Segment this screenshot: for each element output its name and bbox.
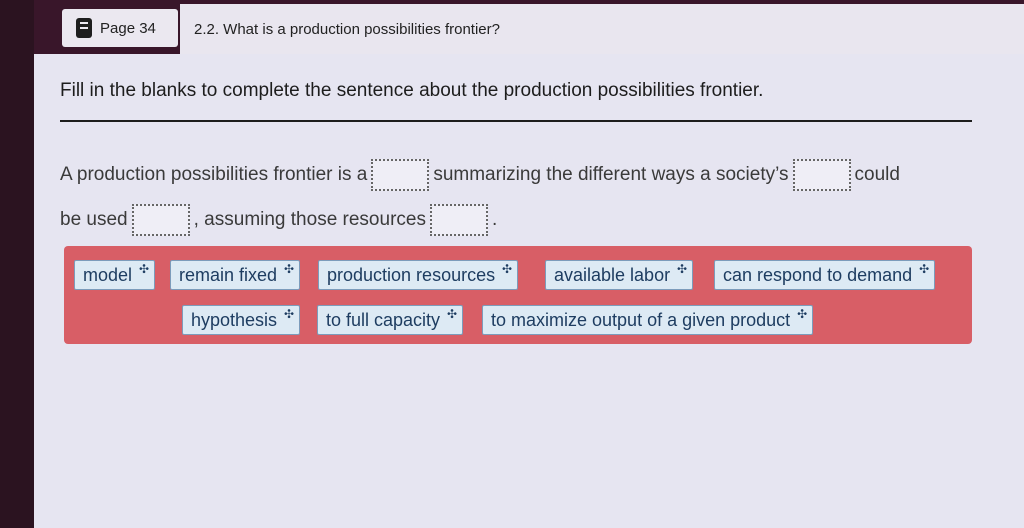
move-icon: ✣ xyxy=(284,307,295,321)
left-edge xyxy=(0,0,34,528)
move-icon: ✣ xyxy=(677,262,688,276)
section-tab[interactable]: 2.2. What is a production possibilities … xyxy=(180,4,1024,54)
sentence-part-3: could xyxy=(854,164,900,185)
move-icon: ✣ xyxy=(919,262,930,276)
chip-label: model xyxy=(83,264,133,285)
chip-to-maximize-output[interactable]: to maximize output of a given product ✣ xyxy=(482,305,814,335)
chip-label: production resources xyxy=(327,264,496,285)
chip-remain-fixed[interactable]: remain fixed ✣ xyxy=(170,260,301,290)
question-panel: Fill in the blanks to complete the sente… xyxy=(34,54,1024,528)
sentence-part-6: . xyxy=(491,209,498,230)
blank-2[interactable] xyxy=(792,158,851,191)
chip-label: can respond to demand xyxy=(723,264,913,285)
move-icon: ✣ xyxy=(502,262,513,276)
sentence-part-2: summarizing the different ways a society… xyxy=(433,164,789,185)
word-bank: model ✣ remain fixed ✣ production resource… xyxy=(64,246,972,344)
sentence-part-5: , assuming those resources xyxy=(193,209,426,230)
fill-in-sentence: A production possibilities frontier is a… xyxy=(60,152,990,242)
section-title: 2.2. What is a production possibilities … xyxy=(194,20,500,38)
move-icon: ✣ xyxy=(138,262,150,276)
chip-label: to maximize output of a given product xyxy=(491,309,791,330)
sentence-part-4: be used xyxy=(60,209,128,230)
chip-label: remain fixed xyxy=(179,264,278,285)
sentence-part-1: A production possibilities frontier is a xyxy=(60,164,368,185)
blank-1[interactable] xyxy=(371,158,430,191)
chip-available-labor[interactable]: available labor ✣ xyxy=(545,260,694,290)
chip-label: hypothesis xyxy=(191,309,278,330)
chip-to-full-capacity[interactable]: to full capacity ✣ xyxy=(317,305,464,335)
move-icon: ✣ xyxy=(283,262,295,276)
move-icon: ✣ xyxy=(797,307,808,321)
page-tab[interactable]: Page 34 xyxy=(62,9,178,47)
instruction-text: Fill in the blanks to complete the sente… xyxy=(60,80,764,101)
ebook-icon xyxy=(76,18,92,38)
chip-production-resources[interactable]: production resources ✣ xyxy=(318,260,519,290)
chip-hypothesis[interactable]: hypothesis ✣ xyxy=(182,305,301,335)
divider xyxy=(60,120,972,122)
page-label: Page 34 xyxy=(100,19,156,37)
blank-3[interactable] xyxy=(131,203,190,236)
blank-4[interactable] xyxy=(429,203,488,236)
chip-label: available labor xyxy=(554,264,671,285)
chip-can-respond-to-demand[interactable]: can respond to demand ✣ xyxy=(714,260,936,290)
move-icon: ✣ xyxy=(447,307,458,321)
chip-label: to full capacity xyxy=(326,309,441,330)
chip-model[interactable]: model ✣ xyxy=(74,260,156,290)
